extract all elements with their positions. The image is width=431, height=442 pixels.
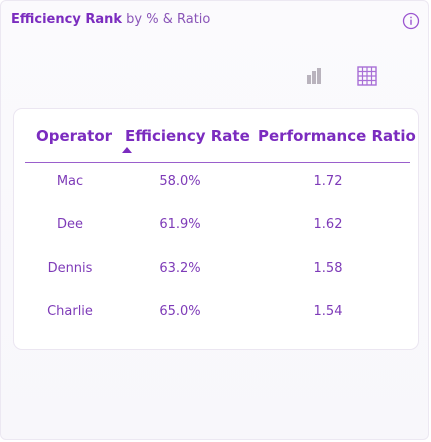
efficiency-rank-card: Efficiency Rank by % & Ratio Operator Ef… bbox=[0, 0, 429, 440]
grid-icon bbox=[357, 66, 377, 86]
table-row: Dennis 63.2% 1.58 bbox=[14, 261, 418, 281]
bar-chart-icon bbox=[307, 68, 321, 84]
ranking-table: Operator Efficiency Rate Performance Rat… bbox=[13, 108, 419, 350]
operator-cell: Mac bbox=[56, 174, 84, 189]
efficiency-rate-cell: 58.0% bbox=[159, 174, 201, 189]
column-header-operator[interactable]: Operator bbox=[36, 127, 112, 145]
operator-cell: Dennis bbox=[47, 261, 93, 276]
widget-title-main: Efficiency Rank bbox=[11, 12, 123, 27]
table-view-button[interactable] bbox=[356, 65, 378, 87]
performance-ratio-cell: 1.54 bbox=[313, 304, 343, 319]
efficiency-rate-cell: 63.2% bbox=[159, 261, 201, 276]
column-header-efficiency-rate[interactable]: Efficiency Rate bbox=[125, 127, 250, 145]
performance-ratio-cell: 1.62 bbox=[313, 217, 343, 232]
operator-cell: Dee bbox=[56, 217, 83, 232]
header-divider bbox=[25, 162, 410, 163]
widget-title: Efficiency Rank by % & Ratio bbox=[11, 12, 210, 27]
table-row: Dee 61.9% 1.62 bbox=[14, 217, 418, 237]
efficiency-rate-cell: 61.9% bbox=[159, 217, 201, 232]
widget-title-subtitle: by % & Ratio bbox=[122, 12, 211, 27]
performance-ratio-cell: 1.72 bbox=[313, 174, 343, 189]
operator-cell: Charlie bbox=[47, 304, 93, 319]
table-row: Mac 58.0% 1.72 bbox=[14, 174, 418, 194]
bar-chart-view-button[interactable] bbox=[303, 65, 325, 87]
table-header: Operator Efficiency Rate Performance Rat… bbox=[14, 109, 418, 163]
sort-ascending-icon bbox=[122, 147, 132, 153]
efficiency-rate-cell: 65.0% bbox=[159, 304, 201, 319]
column-header-performance-ratio[interactable]: Performance Ratio bbox=[258, 127, 416, 145]
performance-ratio-cell: 1.58 bbox=[313, 261, 343, 276]
info-icon[interactable] bbox=[402, 12, 420, 30]
table-row: Charlie 65.0% 1.54 bbox=[14, 304, 418, 324]
